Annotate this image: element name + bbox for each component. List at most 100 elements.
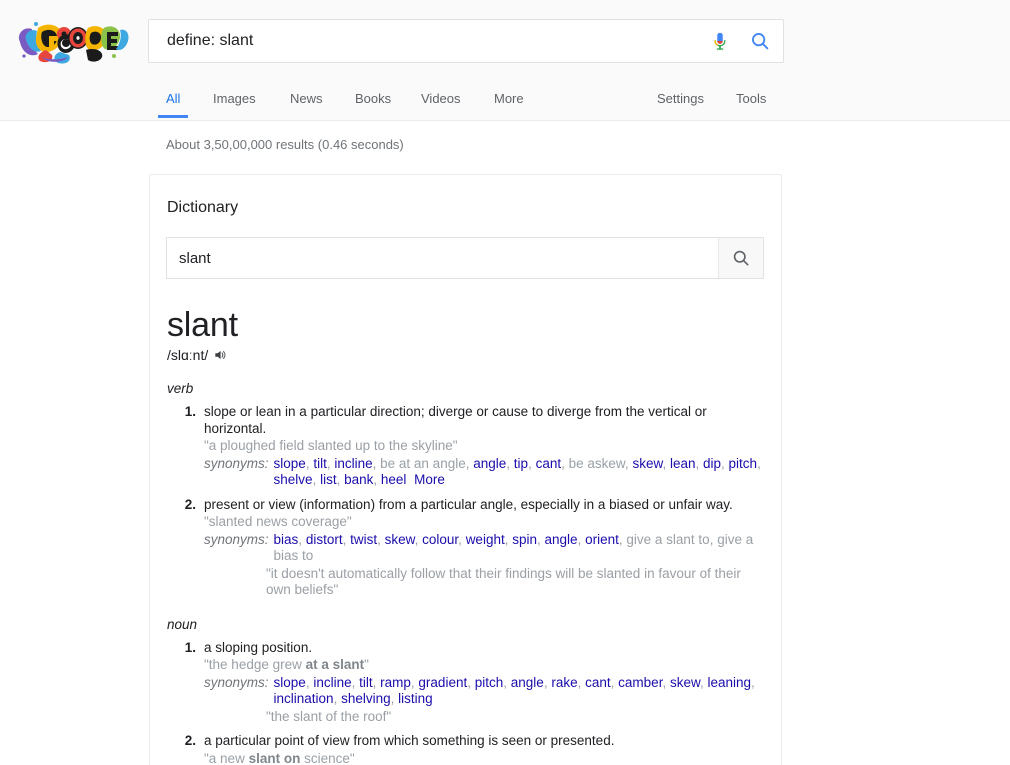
definition-sense: 1. a sloping position. "the hedge grew at …	[184, 640, 781, 726]
tab-news[interactable]: News	[290, 82, 323, 118]
synonym-example: "it doesn't automatically follow that th…	[266, 565, 741, 598]
synonym-link[interactable]: shelving	[341, 691, 391, 706]
synonym-link[interactable]: angle	[545, 532, 578, 547]
sense-number: 2.	[184, 733, 196, 748]
pronunciation-row: /slɑːnt/	[167, 347, 781, 363]
part-of-speech-heading: noun	[167, 616, 198, 632]
synonyms-label: synonyms:	[204, 674, 269, 690]
synonym-link[interactable]: cant	[536, 456, 562, 471]
synonym-separator: ,	[467, 674, 475, 690]
synonym-link[interactable]: angle	[511, 675, 544, 690]
synonym-link[interactable]: inclination	[274, 691, 334, 706]
google-doodle-logo[interactable]	[16, 16, 131, 68]
synonym-separator: ,	[336, 472, 345, 487]
synonym-link[interactable]: shelve	[274, 472, 313, 487]
synonym-separator: ,	[662, 674, 670, 690]
definition-sense: 2. a particular point of view from which …	[184, 733, 781, 765]
synonyms-row: synonyms: bias, distort, twist, skew, col…	[204, 532, 764, 565]
synonym-link[interactable]: incline	[313, 675, 351, 690]
synonym-link[interactable]: skew	[670, 675, 700, 690]
sense-definition: slope or lean in a particular direction;…	[204, 404, 707, 436]
synonym-separator: ,	[312, 472, 321, 487]
synonym-link[interactable]: camber	[618, 675, 662, 690]
speaker-icon[interactable]	[213, 348, 227, 362]
synonym-separator: ,	[377, 531, 385, 547]
synonyms-list: bias, distort, twist, skew, colour, weig…	[274, 532, 764, 565]
tab-all[interactable]: All	[157, 82, 190, 118]
synonym-link[interactable]: listing	[398, 691, 433, 706]
synonym-link[interactable]: distort	[306, 532, 343, 547]
tab-books[interactable]: Books	[355, 82, 391, 118]
dictionary-search-input[interactable]	[167, 238, 718, 278]
synonym-separator: ,	[757, 455, 761, 471]
synonym-link[interactable]: weight	[466, 532, 505, 547]
synonym-link[interactable]: dip	[703, 456, 721, 471]
synonym-separator: ,	[721, 455, 729, 471]
dictionary-card-title: Dictionary	[167, 199, 239, 216]
tab-images[interactable]: Images	[213, 82, 256, 118]
synonym-separator: ,	[373, 472, 381, 487]
synonym-link[interactable]: heel	[381, 472, 407, 487]
tools-button[interactable]: Tools	[736, 82, 766, 118]
synonym-link[interactable]: slope	[274, 675, 306, 690]
sense-number: 2.	[184, 496, 196, 512]
synonym-separator: ,	[503, 674, 511, 690]
synonym-link[interactable]: pitch	[475, 675, 504, 690]
synonym-link[interactable]: ramp	[380, 675, 411, 690]
synonym-link[interactable]: colour	[422, 532, 458, 547]
synonym-separator: ,	[695, 455, 704, 471]
definition-sense: 1. slope or lean in a particular directio…	[184, 404, 781, 489]
synonym-separator: ,	[662, 455, 670, 471]
synonym-separator: ,	[372, 455, 381, 471]
synonym-link[interactable]: skew	[385, 532, 415, 547]
synonym-link[interactable]: twist	[350, 532, 377, 547]
tab-videos[interactable]: Videos	[421, 82, 461, 118]
synonym-separator: ,	[506, 455, 514, 471]
sense-number: 1.	[184, 639, 196, 655]
synonym-link[interactable]: tilt	[359, 675, 373, 690]
phonetic-spelling: /slɑːnt/	[167, 347, 209, 363]
synonym-link[interactable]: cant	[585, 675, 611, 690]
sense-body: a sloping position. "the hedge grew at a …	[204, 640, 764, 726]
synonym-separator: ,	[528, 455, 536, 471]
synonym-separator: ,	[458, 531, 466, 547]
sense-example: "a ploughed field slanted up to the skyl…	[204, 438, 458, 453]
synonym-link[interactable]: bias	[274, 532, 299, 547]
search-bar[interactable]	[148, 19, 784, 63]
part-of-speech-heading: verb	[167, 381, 194, 396]
tab-more[interactable]: More	[494, 82, 524, 118]
synonym-separator: ,	[333, 691, 342, 706]
settings-button[interactable]: Settings	[657, 82, 704, 118]
synonym-link[interactable]: rake	[551, 675, 577, 690]
microphone-icon[interactable]	[703, 30, 737, 52]
synonym-link[interactable]: slope	[274, 456, 306, 471]
synonym-link[interactable]: leaning	[708, 675, 752, 690]
synonyms-more-link[interactable]: More	[410, 472, 445, 487]
synonym-text: give a slant to	[626, 531, 710, 547]
synonym-link[interactable]: spin	[512, 532, 537, 547]
dictionary-search-box[interactable]	[166, 237, 764, 279]
synonym-link[interactable]: gradient	[418, 675, 467, 690]
synonym-link[interactable]: angle	[473, 456, 506, 471]
synonym-link[interactable]: bank	[344, 472, 373, 487]
synonym-link[interactable]: incline	[334, 456, 372, 471]
synonym-link[interactable]: list	[320, 472, 337, 487]
synonym-link[interactable]: orient	[585, 532, 619, 547]
synonym-example: "the slant of the roof"	[266, 708, 392, 724]
search-input[interactable]	[149, 20, 703, 62]
sense-example: "a new slant on science"	[204, 750, 355, 765]
dictionary-search-icon[interactable]	[718, 238, 763, 278]
synonym-separator: ,	[577, 531, 586, 547]
synonym-link[interactable]: tip	[514, 456, 528, 471]
synonym-link[interactable]: tilt	[313, 456, 327, 471]
synonym-link[interactable]: skew	[632, 456, 662, 471]
sense-definition: a sloping position.	[204, 639, 313, 655]
synonym-link[interactable]: pitch	[729, 456, 758, 471]
search-submit-icon[interactable]	[737, 30, 783, 52]
sense-number: 1.	[184, 404, 196, 419]
sense-definition: a particular point of view from which so…	[204, 733, 615, 748]
synonym-separator: ,	[577, 674, 586, 690]
synonym-link[interactable]: lean	[670, 456, 696, 471]
synonym-separator: ,	[351, 674, 360, 690]
synonym-separator: ,	[390, 691, 399, 706]
